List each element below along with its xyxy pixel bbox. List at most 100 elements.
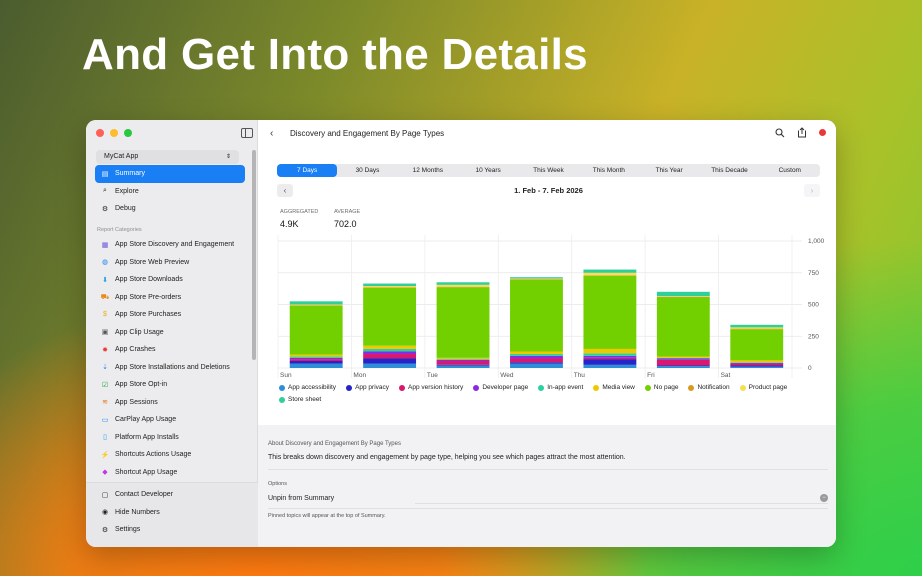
sidebar-item-label: App Store Purchases [115,311,182,319]
sidebar-item[interactable]: ◍ App Store Web Preview [95,254,245,272]
bar-segment [583,269,637,273]
sidebar-item[interactable]: ⚙ Debug [95,200,245,218]
bar-segment [436,361,490,365]
sidebar-item-label: Shortcut App Usage [115,468,178,476]
toolbar: ‹ Discovery and Engagement By Page Types [258,120,836,148]
sidebar-item-label: Shortcuts Actions Usage [115,451,192,459]
sidebar-item[interactable]: ⌕ Explore [95,183,245,201]
bar-segment [583,353,637,356]
x-tick-label: Sun [280,372,292,379]
range-option[interactable]: 12 Months [398,164,458,177]
car-icon: ▭ [101,416,109,424]
sidebar: MyCat App ⇕ ▤ Summary ⌕ Explore ⚙ Debug Repor… [86,120,258,547]
minus-circle-icon[interactable]: − [820,494,828,502]
x-tick-label: Thu [574,372,586,379]
sidebar-item[interactable]: ▯ Platform App Installs [95,429,245,447]
range-option[interactable]: 7 Days [277,164,338,177]
legend-label: Notification [697,384,730,391]
sidebar-item[interactable]: ☑ App Store Opt-in [95,376,245,394]
bar-segment [289,354,343,357]
sidebar-item-label: App Store Pre-orders [115,293,182,301]
legend-swatch [346,384,353,391]
unpin-control[interactable]: − [415,492,828,504]
sidebar-item[interactable]: ⛟ App Store Pre-orders [95,289,245,307]
bar-segment [363,363,417,368]
bar-segment [583,275,637,349]
sidebar-item-label: App Store Web Preview [115,258,190,266]
sidebar-item[interactable]: ⬇ App Store Downloads [95,271,245,289]
legend-label: Store sheet [288,396,322,403]
sidebar-item[interactable]: ◉ Hide Numbers [95,504,245,522]
bar-segment [363,345,417,349]
y-tick-label: 1,000 [808,238,825,245]
sidebar-item[interactable]: ▦ App Store Discovery and Engagement [95,236,245,254]
bar-segment [436,357,490,360]
sidebar-item[interactable]: ▢ Contact Developer [95,486,245,504]
zoom-button[interactable] [124,129,132,137]
sidebar-item[interactable]: ▤ Summary [95,165,245,183]
share-icon[interactable] [797,127,807,138]
legend-swatch [279,384,285,391]
bar-segment [363,354,417,359]
range-option[interactable]: Custom [760,164,820,177]
sidebar-item[interactable]: ✸ App Crashes [95,341,245,359]
bar-segment [289,361,343,364]
y-tick-label: 750 [808,270,819,277]
legend-item: Developer page [473,384,528,391]
back-icon[interactable]: ‹ [270,128,273,139]
sidebar-item-label: Hide Numbers [115,508,160,516]
range-selector: 7 Days 30 Days 12 Months 10 Years This Week T… [277,164,820,177]
app-selector[interactable]: MyCat App ⇕ [96,150,239,164]
bar-segment [730,365,784,367]
about-section: About Discovery and Engagement By Page T… [258,425,836,547]
options-heading: Options [268,481,287,487]
bar-segment [289,363,343,368]
legend-item: App version history [399,384,463,391]
minimize-button[interactable] [110,129,118,137]
range-option[interactable]: This Week [518,164,578,177]
stat-value: 702.0 [334,219,357,229]
close-button[interactable] [96,129,104,137]
record-indicator-icon[interactable] [819,129,826,136]
bar-segment [730,363,784,366]
sidebar-item-label: CarPlay App Usage [115,416,177,424]
date-range-label: 1. Feb - 7. Feb 2026 [514,186,583,195]
search-icon[interactable] [775,127,785,138]
bar-segment [656,296,710,297]
bar-segment [656,356,710,358]
sidebar-categories: Report Categories ▦ App Store Discovery a… [95,223,245,481]
range-option[interactable]: 30 Days [337,164,397,177]
legend-item: App accessibility [279,384,336,391]
sidebar-item[interactable]: ⚡ Shortcuts Actions Usage [95,446,245,464]
sidebar-item[interactable]: ≋ App Sessions [95,394,245,412]
x-tick-label: Fri [647,372,655,379]
sidebar-item[interactable]: ◆ Shortcut App Usage [95,464,245,482]
gear-icon: ⚙ [101,526,109,534]
bar-segment [510,279,563,280]
page-title: Discovery and Engagement By Page Types [290,129,445,138]
sidebar-item[interactable]: ⇣ App Store Installations and Deletions [95,359,245,377]
bar-segment [583,275,637,276]
bar-segment [656,366,710,368]
range-option[interactable]: This Year [639,164,699,177]
bar-segment [363,287,417,346]
bar-segment [510,362,563,364]
legend-label: Product page [748,384,788,391]
sidebar-toggle-icon[interactable] [241,128,253,138]
sidebar-item[interactable]: ▣ App Clip Usage [95,324,245,342]
sidebar-scrollbar[interactable] [252,150,256,360]
stat-value: 4.9K [280,219,299,229]
bar-segment [510,351,563,355]
next-period-button[interactable]: › [804,184,820,197]
sidebar-item[interactable]: $ App Store Purchases [95,306,245,324]
bar-segment [436,365,490,368]
range-option[interactable]: 10 Years [458,164,518,177]
sidebar-item[interactable]: ▭ CarPlay App Usage [95,411,245,429]
sidebar-item[interactable]: ⚙ Settings [95,521,245,539]
chevron-updown-icon: ⇕ [225,154,231,160]
main-content: ‹ Discovery and Engagement By Page Types… [258,120,836,547]
range-option[interactable]: This Month [579,164,639,177]
bar-segment [510,358,563,363]
range-option[interactable]: This Decade [699,164,759,177]
download-icon: ⬇ [102,276,108,284]
